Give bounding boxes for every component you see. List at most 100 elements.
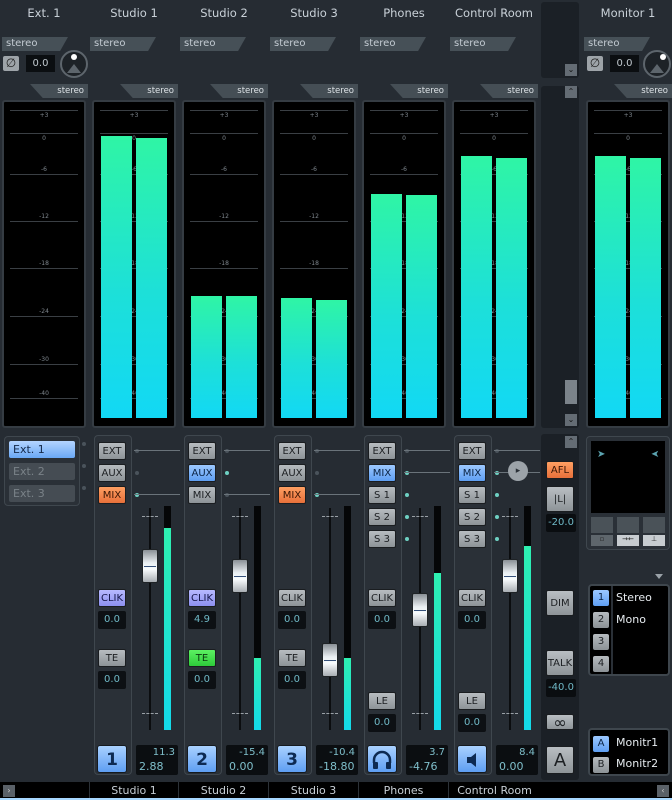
volume-fader[interactable] xyxy=(502,558,518,593)
monitor-b-button[interactable]: B xyxy=(593,757,609,773)
speaker-layout-display[interactable]: ➤ ➤ xyxy=(591,441,665,513)
downmix-4-button[interactable]: 4 xyxy=(593,656,609,672)
click-button[interactable]: CLIK xyxy=(98,589,126,607)
click-button[interactable]: CLIK xyxy=(368,589,396,607)
speaker-preset-2[interactable] xyxy=(617,517,639,533)
source-ext-button[interactable]: EXT xyxy=(458,442,486,460)
monitor-a-button[interactable]: A xyxy=(593,736,609,752)
fader-track[interactable] xyxy=(509,508,511,730)
volume-fader[interactable] xyxy=(232,558,248,593)
external-input-icon[interactable]: ▸ xyxy=(508,461,528,481)
source-ext-button[interactable]: EXT xyxy=(188,442,216,460)
source-s1-button[interactable]: S 1 xyxy=(458,486,486,504)
source-aux-button[interactable]: AUX xyxy=(98,464,126,482)
listen-enable-button[interactable]: LE xyxy=(368,692,396,710)
ext-input-1[interactable]: Ext. 1 xyxy=(9,441,75,458)
talkback-enable-button[interactable]: TE xyxy=(188,649,216,667)
input-format-monitor1[interactable]: stereo xyxy=(584,37,650,51)
fader-track[interactable] xyxy=(149,508,151,730)
input-format-studio3[interactable]: stereo xyxy=(270,37,336,51)
link-icon[interactable]: ∞ xyxy=(546,714,574,731)
source-aux-button[interactable]: AUX xyxy=(278,464,306,482)
source-mix-button[interactable]: MIX xyxy=(368,464,396,482)
collapse-right-button[interactable]: ‹ xyxy=(657,785,669,797)
source-ext-button[interactable]: EXT xyxy=(368,442,396,460)
source-s1-button[interactable]: S 1 xyxy=(368,486,396,504)
channel-list-scroll-area[interactable]: ⌄ xyxy=(541,2,579,78)
meter-format-tag[interactable]: stereo xyxy=(480,84,538,98)
talk-level[interactable]: -40.0 xyxy=(546,679,576,697)
input-gain-ext1[interactable]: 0.0 xyxy=(26,55,55,72)
speaker-preset-3[interactable] xyxy=(643,517,665,533)
listen-level[interactable]: 0.0 xyxy=(368,714,396,732)
afl-button[interactable]: AFL xyxy=(546,461,574,479)
downmix-2-label[interactable]: Mono xyxy=(616,613,646,626)
scroll-down-button[interactable]: ⌄ xyxy=(565,64,577,76)
source-s3-button[interactable]: S 3 xyxy=(458,530,486,548)
meter-format-tag[interactable]: stereo xyxy=(30,84,88,98)
click-level[interactable]: 0.0 xyxy=(458,611,486,629)
input-format-control-room[interactable]: stereo xyxy=(450,37,516,51)
scroll-down-button-2[interactable]: ⌄ xyxy=(565,414,577,426)
afl-level[interactable]: -20.0 xyxy=(546,514,576,532)
meter-format-tag[interactable]: stereo xyxy=(120,84,178,98)
click-button[interactable]: CLIK xyxy=(188,589,216,607)
fader-track[interactable] xyxy=(329,508,331,730)
talkback-level[interactable]: 0.0 xyxy=(278,671,306,689)
headphones-icon[interactable] xyxy=(367,745,397,773)
source-mix-button[interactable]: MIX xyxy=(98,486,126,504)
channel-2-button[interactable]: 2 xyxy=(187,745,217,773)
phase-invert-button-ext1[interactable]: ∅ xyxy=(3,56,19,71)
click-button[interactable]: CLIK xyxy=(278,589,306,607)
input-gain-knob-ext1[interactable] xyxy=(60,50,88,78)
meter-format-tag[interactable]: stereo xyxy=(300,84,358,98)
input-gain-monitor1[interactable]: 0.0 xyxy=(610,55,639,72)
scroll-thumb[interactable] xyxy=(565,380,577,404)
volume-fader[interactable] xyxy=(142,549,158,584)
source-s2-button[interactable]: S 2 xyxy=(458,508,486,526)
source-s2-button[interactable]: S 2 xyxy=(368,508,396,526)
upmix-button[interactable]: ⊥ xyxy=(643,535,665,546)
channel-3-button[interactable]: 3 xyxy=(277,745,307,773)
listen-level[interactable]: 0.0 xyxy=(458,714,486,732)
listen-enable-button[interactable]: LE xyxy=(458,692,486,710)
solo-speaker-button[interactable]: ▫ xyxy=(591,535,613,546)
source-mix-button[interactable]: MIX xyxy=(278,486,306,504)
talkback-level[interactable]: 0.0 xyxy=(188,671,216,689)
input-gain-knob-monitor1[interactable] xyxy=(643,50,671,78)
source-s3-button[interactable]: S 3 xyxy=(368,530,396,548)
scroll-up-button[interactable]: ⌃ xyxy=(565,86,577,98)
source-mix-button[interactable]: MIX xyxy=(458,464,486,482)
click-level[interactable]: 0.0 xyxy=(278,611,306,629)
swap-button[interactable]: →← xyxy=(617,535,639,546)
source-aux-button[interactable]: AUX xyxy=(188,464,216,482)
volume-fader[interactable] xyxy=(412,592,428,627)
source-mix-button[interactable]: MIX xyxy=(188,486,216,504)
monitor-a-label[interactable]: Monitr1 xyxy=(616,736,658,749)
expand-left-button[interactable]: › xyxy=(3,785,15,797)
meter-format-tag[interactable]: stereo xyxy=(210,84,268,98)
click-level[interactable]: 0.0 xyxy=(98,611,126,629)
input-format-phones[interactable]: stereo xyxy=(360,37,426,51)
phase-invert-button-monitor1[interactable]: ∅ xyxy=(587,56,603,71)
input-format-ext1[interactable]: stereo xyxy=(2,37,68,51)
downmix-1-label[interactable]: Stereo xyxy=(616,591,652,604)
talkback-enable-button[interactable]: TE xyxy=(98,649,126,667)
downmix-2-button[interactable]: 2 xyxy=(593,612,609,628)
talkback-enable-button[interactable]: TE xyxy=(278,649,306,667)
input-format-studio2[interactable]: stereo xyxy=(180,37,246,51)
meter-format-tag[interactable]: stereo xyxy=(390,84,448,98)
click-level[interactable]: 4.9 xyxy=(188,611,216,629)
fader-track[interactable] xyxy=(239,508,241,730)
talk-button[interactable]: TALK xyxy=(546,650,574,676)
downmix-1-button[interactable]: 1 xyxy=(593,590,609,606)
panel-scroll-up[interactable]: ⌃ xyxy=(565,436,577,448)
source-ext-button[interactable]: EXT xyxy=(98,442,126,460)
meter-format-tag[interactable]: stereo xyxy=(614,84,672,98)
reference-level-button[interactable]: A xyxy=(546,746,574,774)
dim-button[interactable]: DIM xyxy=(546,590,574,616)
input-format-studio1[interactable]: stereo xyxy=(90,37,156,51)
click-button[interactable]: CLIK xyxy=(458,589,486,607)
ext-input-3[interactable]: Ext. 3 xyxy=(9,485,75,502)
ext-input-2[interactable]: Ext. 2 xyxy=(9,463,75,480)
